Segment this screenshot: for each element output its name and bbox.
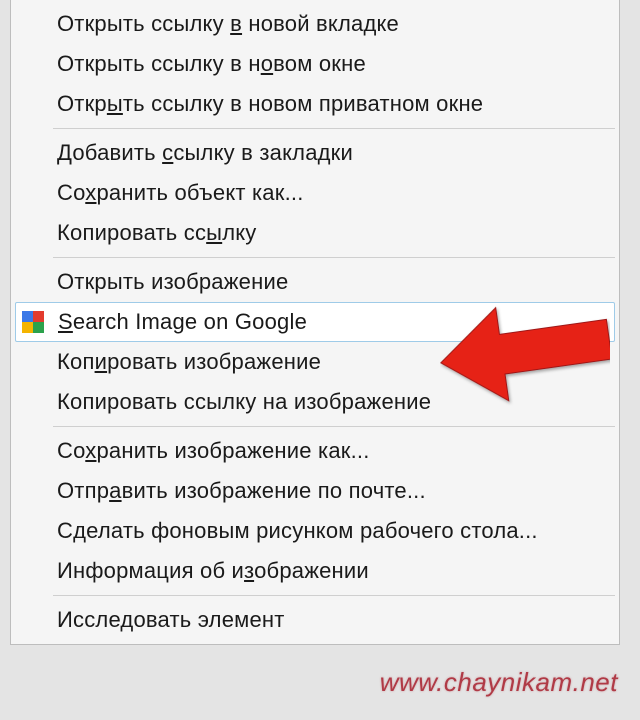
menu-item-label: Добавить ссылку в закладки	[57, 140, 353, 166]
watermark-text: www.chaynikam.net	[380, 667, 618, 698]
menu-item[interactable]: Search Image on Google	[15, 302, 615, 342]
menu-item-label: Копировать изображение	[57, 349, 321, 375]
menu-item-label: Отправить изображение по почте...	[57, 478, 426, 504]
menu-item[interactable]: Сохранить объект как...	[13, 173, 617, 213]
menu-item-label: Исследовать элемент	[57, 607, 285, 633]
menu-item[interactable]: Открыть ссылку в новой вкладке	[13, 4, 617, 44]
google-favicon-icon	[22, 311, 44, 333]
menu-item-label: Сохранить объект как...	[57, 180, 304, 206]
menu-item[interactable]: Копировать ссылку	[13, 213, 617, 253]
menu-item-label: Копировать ссылку	[57, 220, 257, 246]
menu-item[interactable]: Копировать ссылку на изображение	[13, 382, 617, 422]
menu-separator	[53, 595, 615, 596]
menu-item[interactable]: Добавить ссылку в закладки	[13, 133, 617, 173]
menu-item[interactable]: Информация об изображении	[13, 551, 617, 591]
menu-item-label: Копировать ссылку на изображение	[57, 389, 431, 415]
menu-separator	[53, 257, 615, 258]
menu-item-label: Сделать фоновым рисунком рабочего стола.…	[57, 518, 538, 544]
menu-item-label: Сохранить изображение как...	[57, 438, 370, 464]
menu-item[interactable]: Открыть ссылку в новом окне	[13, 44, 617, 84]
menu-item-label: Search Image on Google	[58, 309, 307, 335]
menu-item-label: Открыть ссылку в новом окне	[57, 51, 366, 77]
menu-item[interactable]: Открыть изображение	[13, 262, 617, 302]
menu-item-label: Открыть изображение	[57, 269, 288, 295]
menu-item[interactable]: Открыть ссылку в новом приватном окне	[13, 84, 617, 124]
menu-separator	[53, 128, 615, 129]
menu-item-label: Открыть ссылку в новой вкладке	[57, 11, 399, 37]
menu-item[interactable]: Копировать изображение	[13, 342, 617, 382]
menu-item-label: Открыть ссылку в новом приватном окне	[57, 91, 483, 117]
menu-item[interactable]: Сделать фоновым рисунком рабочего стола.…	[13, 511, 617, 551]
menu-item[interactable]: Сохранить изображение как...	[13, 431, 617, 471]
menu-item-label: Информация об изображении	[57, 558, 369, 584]
menu-separator	[53, 426, 615, 427]
context-menu: Открыть ссылку в новой вкладке Открыть сс…	[10, 0, 620, 645]
menu-item[interactable]: Отправить изображение по почте...	[13, 471, 617, 511]
menu-item[interactable]: Исследовать элемент	[13, 600, 617, 640]
